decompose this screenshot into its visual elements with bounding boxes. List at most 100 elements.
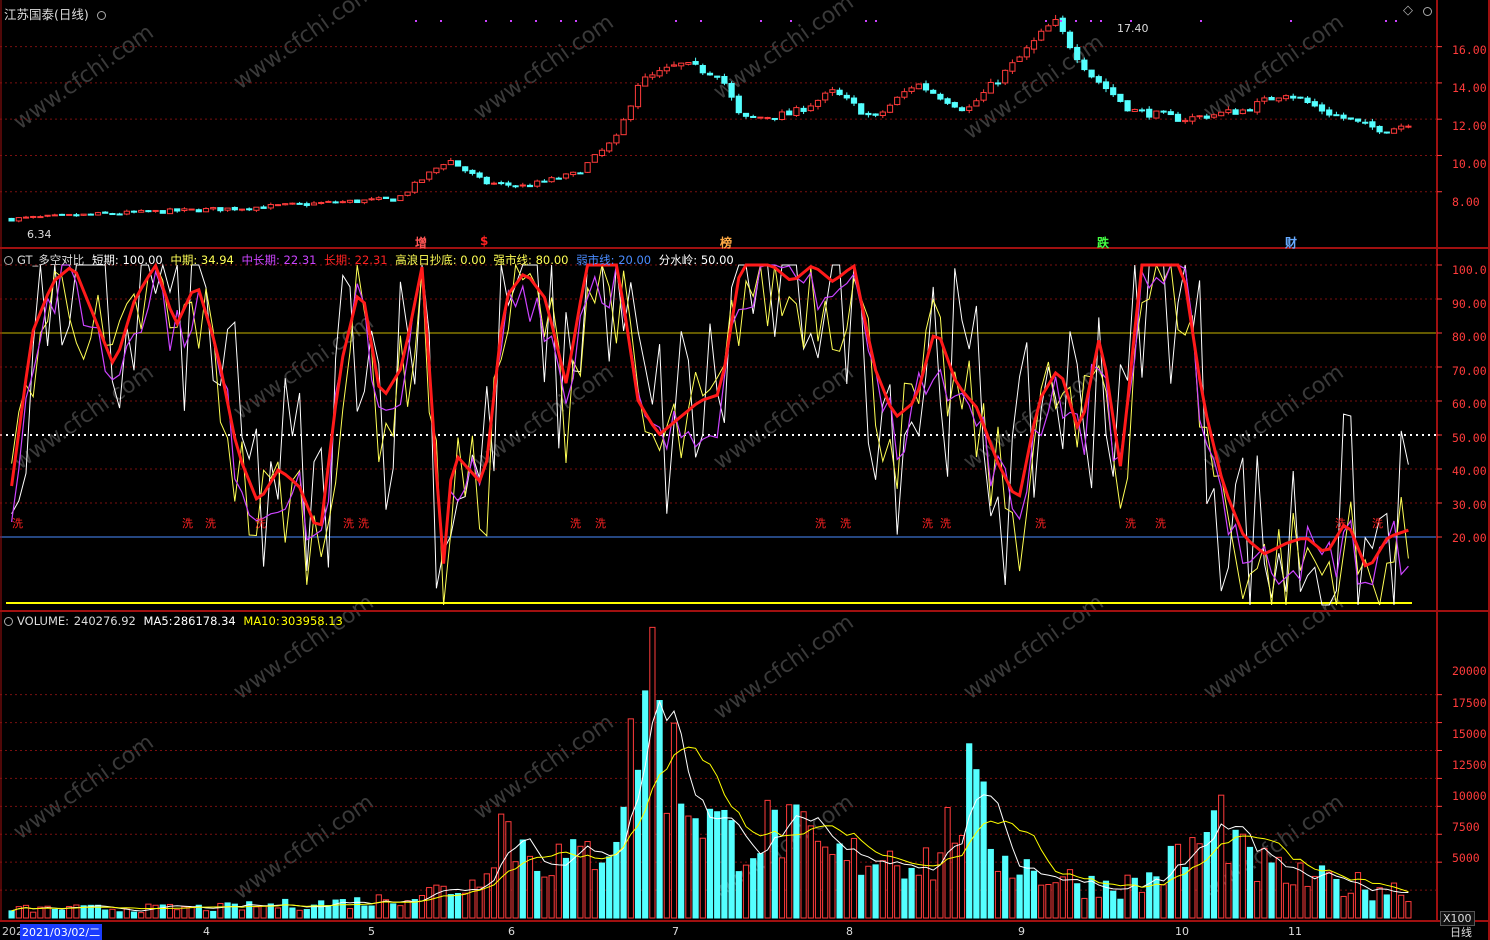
- candle-body: [872, 113, 879, 116]
- candle-body: [1002, 69, 1009, 84]
- candle-body: [721, 75, 728, 84]
- marker-财[interactable]: 财: [1285, 234, 1297, 251]
- candle-body: [483, 176, 490, 185]
- candle-body: [447, 160, 454, 166]
- volume-tick: 12500: [1452, 758, 1487, 772]
- candle-body: [685, 62, 692, 65]
- volume-bar: [526, 855, 534, 919]
- candle-body: [757, 116, 764, 119]
- candle-body: [930, 89, 937, 94]
- volume-bar: [1405, 901, 1412, 919]
- indicator-settings-icon[interactable]: [4, 256, 13, 265]
- wash-label: 洗: [940, 517, 951, 530]
- candle-body: [174, 208, 181, 212]
- volume-bar: [584, 841, 591, 919]
- candle-body: [30, 215, 37, 218]
- volume-bar: [706, 808, 714, 919]
- volume-settings-icon[interactable]: [4, 617, 13, 626]
- candle-body: [814, 99, 822, 107]
- volume-bar: [922, 847, 930, 919]
- candle-body: [728, 83, 735, 98]
- signal-dot: [865, 20, 867, 22]
- candle-body: [368, 198, 375, 201]
- candle-body: [656, 70, 663, 77]
- marker-榜[interactable]: 榜: [720, 234, 732, 251]
- candle-body: [1318, 104, 1326, 112]
- candle-body: [1153, 110, 1160, 119]
- candle-body: [1131, 108, 1138, 112]
- candle-body: [793, 107, 800, 116]
- month-tick: 6: [508, 925, 515, 938]
- marker-跌[interactable]: 跌: [1097, 234, 1109, 251]
- candle-body: [318, 201, 325, 204]
- volume-bar: [728, 820, 735, 919]
- candle-body: [958, 107, 966, 112]
- panel-options-icon[interactable]: [1423, 4, 1436, 18]
- volume-name: VOLUME:: [17, 614, 70, 628]
- volume-bar: [1362, 889, 1369, 919]
- signal-dot: [1395, 20, 1397, 22]
- candle-body: [224, 207, 231, 211]
- watermark-text: www.cfchi.com: [709, 360, 858, 475]
- signal-dot: [510, 20, 512, 22]
- candle-body: [771, 117, 778, 120]
- candle-body: [1095, 76, 1102, 83]
- volume-bar: [109, 908, 116, 919]
- indicator-name: GT_多空对比: [17, 253, 85, 267]
- volume-bar: [1182, 866, 1189, 919]
- month-tick: 11: [1288, 925, 1302, 938]
- candle-body: [915, 83, 922, 90]
- candle-body: [1210, 114, 1218, 118]
- volume-bar: [469, 879, 476, 919]
- candle-body: [1138, 109, 1146, 112]
- volume-bar: [800, 811, 807, 919]
- candle-body: [267, 204, 274, 209]
- candle-body: [678, 62, 685, 67]
- candle-body: [764, 116, 771, 119]
- volume-bar: [541, 876, 548, 919]
- settings-circle-icon[interactable]: [96, 11, 106, 20]
- volume-bar: [238, 909, 246, 919]
- candle-body: [418, 179, 426, 183]
- candle-body: [476, 172, 483, 178]
- signal-dot: [1200, 20, 1202, 22]
- volume-bar: [361, 905, 368, 919]
- candle-body: [188, 208, 195, 211]
- candle-body: [260, 206, 267, 209]
- volume-bar: [346, 908, 354, 919]
- candle-body: [404, 191, 411, 196]
- candle-body: [152, 209, 159, 212]
- volume-bar: [73, 904, 80, 919]
- volume-tick: 20000: [1452, 664, 1487, 678]
- candle-body: [454, 160, 462, 167]
- candle-body: [1066, 31, 1074, 49]
- marker-dollar[interactable]: $: [480, 234, 488, 248]
- volume-bar: [1347, 892, 1354, 919]
- param-bottom-fish: 高浪日抄底: 0.00: [395, 253, 486, 267]
- candle-body: [346, 199, 354, 203]
- volume-tick: 10000: [1452, 789, 1487, 803]
- candle-body: [519, 184, 526, 187]
- watermark-text: www.cfchi.com: [959, 590, 1108, 705]
- wash-label: 洗: [182, 517, 193, 530]
- candle-body: [786, 110, 793, 116]
- candle-body: [332, 201, 339, 204]
- volume-bar: [678, 803, 685, 919]
- period-label[interactable]: 日线: [1450, 924, 1472, 940]
- candle-body: [361, 199, 368, 204]
- signal-dot: [700, 20, 702, 22]
- param-short: 短期: 100.00: [91, 253, 163, 267]
- marker-增[interactable]: 增: [415, 234, 427, 251]
- volume-bar: [771, 809, 778, 919]
- volume-bar: [1340, 895, 1347, 919]
- diamond-icon[interactable]: ◇: [1403, 3, 1413, 18]
- volume-bar: [757, 853, 764, 919]
- window-title-row: 江苏国泰(日线): [4, 4, 110, 23]
- chart-canvas[interactable]: www.cfchi.com www.cfchi.com www.cfchi.com w…: [0, 0, 1490, 940]
- volume-bar: [390, 903, 397, 919]
- volume-bar: [130, 911, 138, 919]
- selected-date-label[interactable]: 2021/03/02/二: [20, 924, 103, 940]
- candle-body: [1405, 125, 1412, 128]
- volume-bar: [807, 825, 814, 919]
- volume-bar: [987, 848, 994, 919]
